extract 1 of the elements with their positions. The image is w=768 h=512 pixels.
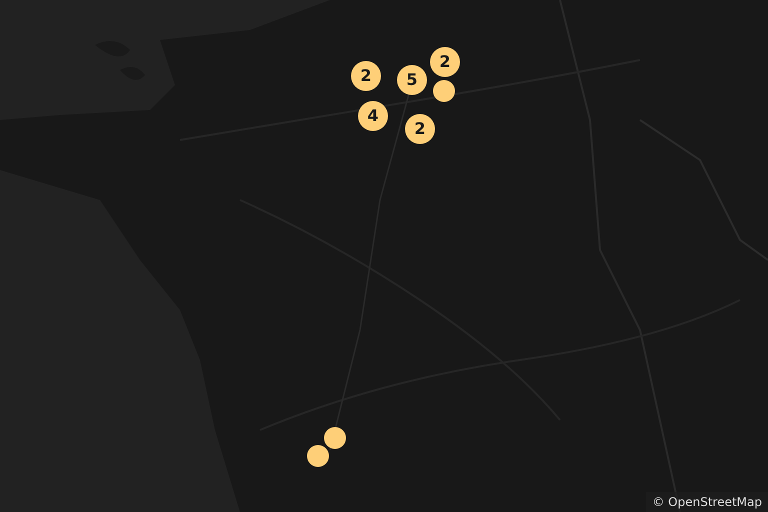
attribution-text: © OpenStreetMap: [646, 492, 768, 512]
